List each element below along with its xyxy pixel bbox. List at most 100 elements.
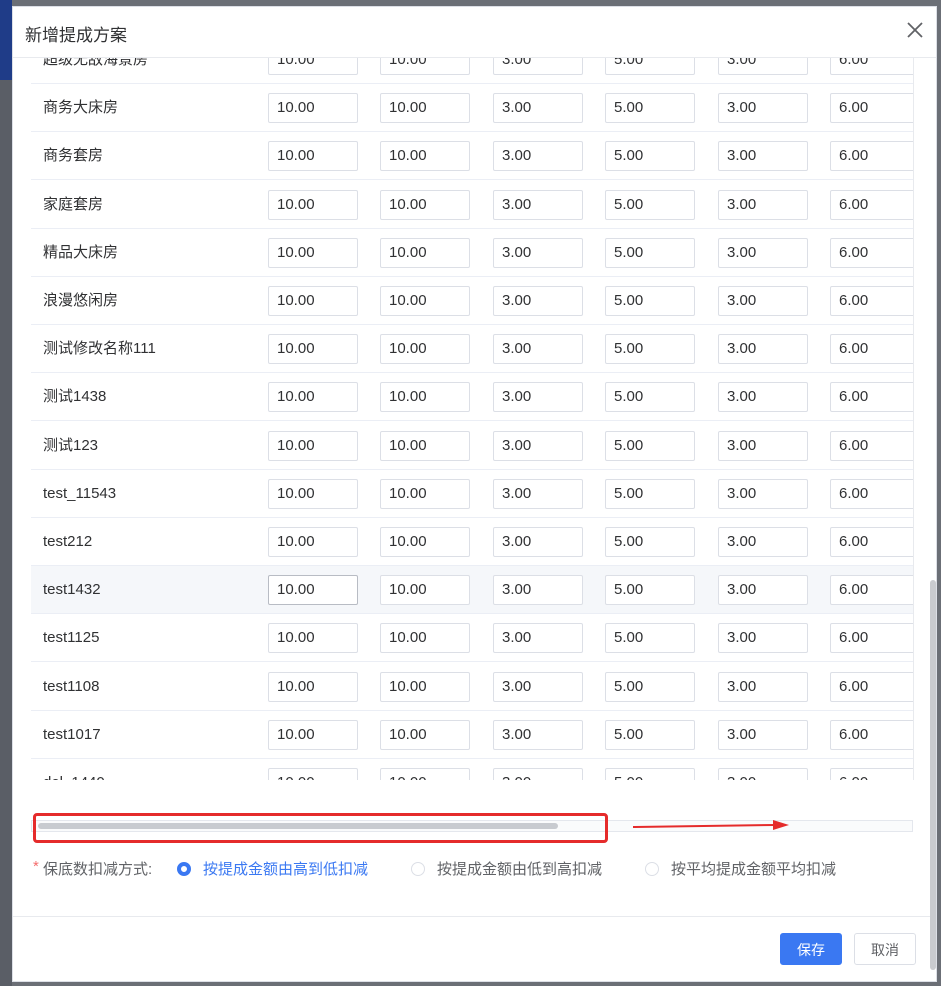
- commission-value-input[interactable]: 6.00: [830, 575, 913, 606]
- commission-value-input[interactable]: 10.00: [380, 430, 470, 461]
- commission-value-input[interactable]: 3.00: [493, 286, 583, 316]
- commission-value-input[interactable]: 10.00: [380, 527, 470, 557]
- commission-value-input[interactable]: 3.00: [493, 430, 583, 461]
- commission-value-input[interactable]: 6.00: [830, 93, 913, 124]
- commission-value-input[interactable]: 3.00: [718, 93, 808, 124]
- commission-value-input[interactable]: 10.00: [380, 768, 470, 780]
- commission-value-input[interactable]: 6.00: [830, 430, 913, 461]
- commission-value-input[interactable]: 5.00: [605, 141, 695, 172]
- commission-value-input[interactable]: 10.00: [380, 58, 470, 75]
- commission-value-input[interactable]: 6.00: [830, 141, 913, 172]
- commission-value-input[interactable]: 3.00: [718, 382, 808, 413]
- commission-value-input[interactable]: 10.00: [268, 430, 358, 461]
- commission-value-input[interactable]: 10.00: [268, 237, 358, 268]
- commission-value-input[interactable]: 10.00: [380, 189, 470, 220]
- commission-value-input[interactable]: 10.00: [380, 382, 470, 413]
- commission-value-input[interactable]: 5.00: [605, 478, 695, 509]
- commission-value-input[interactable]: 10.00: [268, 623, 358, 654]
- commission-value-input[interactable]: 5.00: [605, 93, 695, 124]
- commission-value-input[interactable]: 10.00: [268, 382, 358, 413]
- commission-value-input[interactable]: 3.00: [493, 719, 583, 750]
- commission-value-input[interactable]: 3.00: [718, 671, 808, 702]
- commission-value-input[interactable]: 10.00: [268, 719, 358, 750]
- commission-value-input[interactable]: 3.00: [493, 527, 583, 557]
- commission-value-input[interactable]: 5.00: [605, 189, 695, 220]
- commission-value-input[interactable]: 6.00: [830, 768, 913, 780]
- commission-value-input[interactable]: 10.00: [380, 478, 470, 509]
- commission-value-input[interactable]: 10.00: [268, 93, 358, 124]
- commission-value-input[interactable]: 6.00: [830, 382, 913, 413]
- commission-value-input[interactable]: 5.00: [605, 575, 695, 606]
- commission-value-input[interactable]: 3.00: [493, 334, 583, 365]
- commission-value-input[interactable]: 6.00: [830, 286, 913, 316]
- commission-value-input[interactable]: 10.00: [380, 286, 470, 316]
- commission-value-input[interactable]: 6.00: [830, 719, 913, 750]
- commission-value-input[interactable]: 10.00: [268, 527, 358, 557]
- commission-value-input[interactable]: 6.00: [830, 671, 913, 702]
- commission-value-input[interactable]: 5.00: [605, 527, 695, 557]
- commission-value-input[interactable]: 3.00: [718, 768, 808, 780]
- commission-value-input[interactable]: 10.00: [268, 141, 358, 172]
- commission-value-input[interactable]: 5.00: [605, 58, 695, 75]
- commission-value-input[interactable]: 5.00: [605, 382, 695, 413]
- commission-value-input[interactable]: 10.00: [380, 671, 470, 702]
- radio-average[interactable]: 按平均提成金额平均扣减: [645, 858, 836, 878]
- commission-value-input[interactable]: 3.00: [493, 478, 583, 509]
- commission-value-input[interactable]: 3.00: [718, 58, 808, 75]
- radio-low-to-high[interactable]: 按提成金额由低到高扣减: [411, 858, 602, 878]
- commission-value-input[interactable]: 10.00: [380, 237, 470, 268]
- commission-value-input[interactable]: 10.00: [268, 575, 358, 606]
- commission-value-input[interactable]: 3.00: [493, 623, 583, 654]
- commission-value-input[interactable]: 3.00: [493, 382, 583, 413]
- commission-value-input[interactable]: 5.00: [605, 334, 695, 365]
- commission-value-input[interactable]: 3.00: [718, 478, 808, 509]
- commission-value-input[interactable]: 6.00: [830, 623, 913, 654]
- commission-value-input[interactable]: 10.00: [380, 623, 470, 654]
- radio-high-to-low[interactable]: 按提成金额由高到低扣减: [177, 858, 368, 878]
- commission-value-input[interactable]: 5.00: [605, 237, 695, 268]
- commission-value-input[interactable]: 10.00: [268, 671, 358, 702]
- commission-value-input[interactable]: 3.00: [718, 286, 808, 316]
- save-button[interactable]: 保存: [780, 933, 842, 965]
- commission-value-input[interactable]: 6.00: [830, 58, 913, 75]
- commission-value-input[interactable]: 3.00: [718, 189, 808, 220]
- commission-value-input[interactable]: 3.00: [718, 334, 808, 365]
- commission-value-input[interactable]: 10.00: [268, 58, 358, 75]
- commission-value-input[interactable]: 3.00: [718, 430, 808, 461]
- commission-value-input[interactable]: 6.00: [830, 527, 913, 557]
- commission-value-input[interactable]: 3.00: [718, 141, 808, 172]
- commission-value-input[interactable]: 5.00: [605, 671, 695, 702]
- commission-value-input[interactable]: 10.00: [380, 93, 470, 124]
- commission-value-input[interactable]: 5.00: [605, 768, 695, 780]
- commission-value-input[interactable]: 3.00: [718, 719, 808, 750]
- close-button[interactable]: [904, 19, 926, 41]
- commission-value-input[interactable]: 3.00: [718, 575, 808, 606]
- commission-value-input[interactable]: 3.00: [718, 623, 808, 654]
- commission-value-input[interactable]: 3.00: [493, 768, 583, 780]
- commission-value-input[interactable]: 5.00: [605, 623, 695, 654]
- commission-value-input[interactable]: 3.00: [493, 93, 583, 124]
- commission-value-input[interactable]: 10.00: [268, 189, 358, 220]
- commission-value-input[interactable]: 6.00: [830, 478, 913, 509]
- cancel-button[interactable]: 取消: [854, 933, 916, 965]
- commission-value-input[interactable]: 10.00: [268, 334, 358, 365]
- commission-value-input[interactable]: 3.00: [718, 237, 808, 268]
- vertical-scrollbar-thumb[interactable]: [930, 580, 936, 970]
- commission-value-input[interactable]: 6.00: [830, 334, 913, 365]
- commission-value-input[interactable]: 3.00: [493, 671, 583, 702]
- commission-value-input[interactable]: 10.00: [268, 768, 358, 780]
- commission-value-input[interactable]: 3.00: [718, 527, 808, 557]
- commission-value-input[interactable]: 3.00: [493, 237, 583, 268]
- commission-value-input[interactable]: 6.00: [830, 237, 913, 268]
- commission-value-input[interactable]: 3.00: [493, 141, 583, 172]
- commission-value-input[interactable]: 3.00: [493, 575, 583, 606]
- commission-value-input[interactable]: 10.00: [268, 478, 358, 509]
- commission-value-input[interactable]: 6.00: [830, 189, 913, 220]
- commission-value-input[interactable]: 10.00: [268, 286, 358, 316]
- commission-value-input[interactable]: 10.00: [380, 334, 470, 365]
- commission-value-input[interactable]: 10.00: [380, 575, 470, 606]
- commission-value-input[interactable]: 3.00: [493, 189, 583, 220]
- commission-value-input[interactable]: 10.00: [380, 719, 470, 750]
- commission-value-input[interactable]: 5.00: [605, 430, 695, 461]
- commission-value-input[interactable]: 10.00: [380, 141, 470, 172]
